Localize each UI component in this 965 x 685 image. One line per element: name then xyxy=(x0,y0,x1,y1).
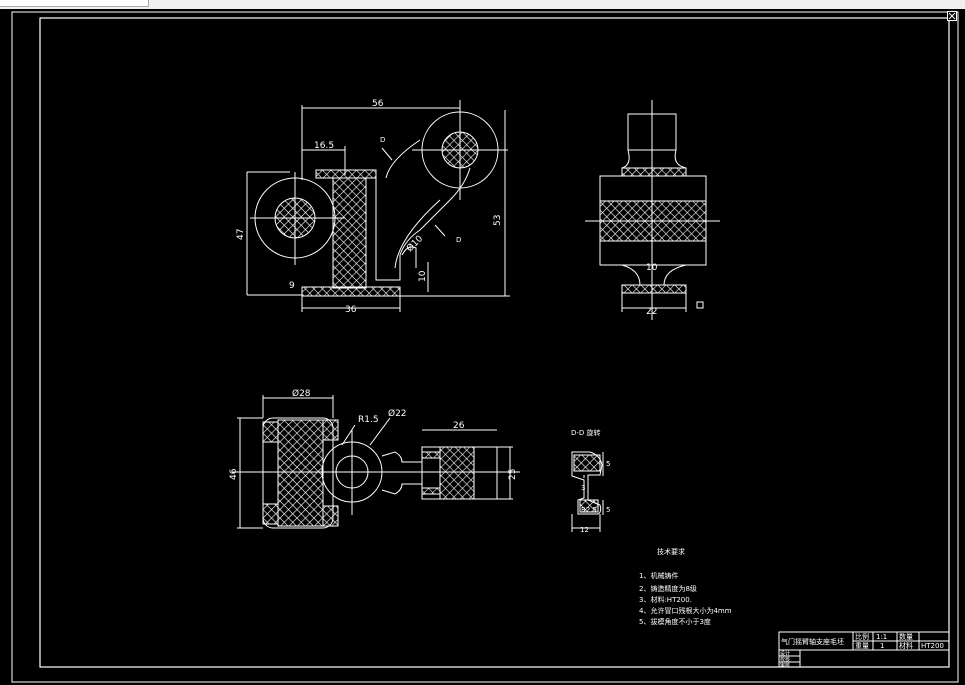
section-view xyxy=(571,451,604,532)
tech-item-2: 2、铸造精度为8级 xyxy=(639,584,697,593)
outer-frame xyxy=(11,11,959,683)
dim-slot: 10 xyxy=(418,270,428,282)
section-mark-bottom: D xyxy=(456,236,461,244)
dim-sec-bottom: 12 xyxy=(580,526,589,534)
dim-bottom: 36 xyxy=(345,305,357,315)
cell-material-label: 材料 xyxy=(899,641,913,650)
section-view-labels: D-D 旋转 5 3 5 R2.5 12 xyxy=(571,428,610,534)
dim-side-inner: 10 xyxy=(646,263,658,273)
front-view-labels: 56 16.5 47 53 36 10 Ø10 9 D D xyxy=(236,99,503,315)
dim-left-offset: 16.5 xyxy=(314,141,334,151)
front-view xyxy=(246,100,510,312)
cell-qty-label: 数量 xyxy=(899,632,913,641)
dim-dia-left: Ø28 xyxy=(292,388,311,399)
dim-right-height: 53 xyxy=(493,215,503,226)
dim-sec-mid: 3 xyxy=(581,484,585,492)
tech-item-1: 1、机械铸件 xyxy=(639,571,678,580)
dim-right-height: 25 xyxy=(508,469,518,480)
tech-item-3: 3、材料:HT200. xyxy=(639,595,692,604)
tech-title: 技术要求 xyxy=(657,547,685,556)
close-icon[interactable] xyxy=(947,11,957,21)
dim-top-height: 46 xyxy=(229,468,239,480)
dim-sec-low: 5 xyxy=(606,506,610,514)
cell-material-value: HT200 xyxy=(921,642,944,650)
tech-requirements: 技术要求 1、机械铸件 2、铸造精度为8级 3、材料:HT200. 4、允许冒口… xyxy=(639,547,732,626)
cad-drawing-canvas[interactable]: 56 16.5 47 53 36 10 Ø10 9 D D 22 10 Ø28 … xyxy=(0,0,965,685)
part-name: 气门摇臂轴支座毛坯 xyxy=(781,637,844,646)
dim-right-width: 26 xyxy=(453,421,465,431)
dim-dia-mid: Ø22 xyxy=(388,408,407,419)
dim-small-left: 9 xyxy=(289,281,295,291)
role-design: 设计 xyxy=(780,650,790,657)
dim-top: 56 xyxy=(372,99,384,109)
dim-radius: R1.5 xyxy=(358,415,379,425)
dim-sec-top: 5 xyxy=(606,460,610,468)
section-mark-top: D xyxy=(380,136,385,144)
cell-weight-label: 重量 xyxy=(855,642,869,650)
dim-side-width: 22 xyxy=(646,307,657,317)
cell-scale-label: 比例 xyxy=(855,632,869,641)
section-title: D-D 旋转 xyxy=(571,428,601,437)
cell-weight-value: 1 xyxy=(880,642,884,650)
role-review: 审核 xyxy=(780,662,790,669)
dim-height: 47 xyxy=(236,229,246,240)
inner-frame xyxy=(39,17,950,668)
dim-sec-radius: R2.5 xyxy=(581,506,597,514)
tech-item-5: 5、拔模角度不小于3度 xyxy=(639,617,711,626)
tech-item-4: 4、允许冒口残根大小为4mm xyxy=(639,606,732,615)
side-view xyxy=(585,100,720,320)
role-check: 校核 xyxy=(780,656,790,663)
cell-scale-value: 1:1 xyxy=(876,633,887,641)
